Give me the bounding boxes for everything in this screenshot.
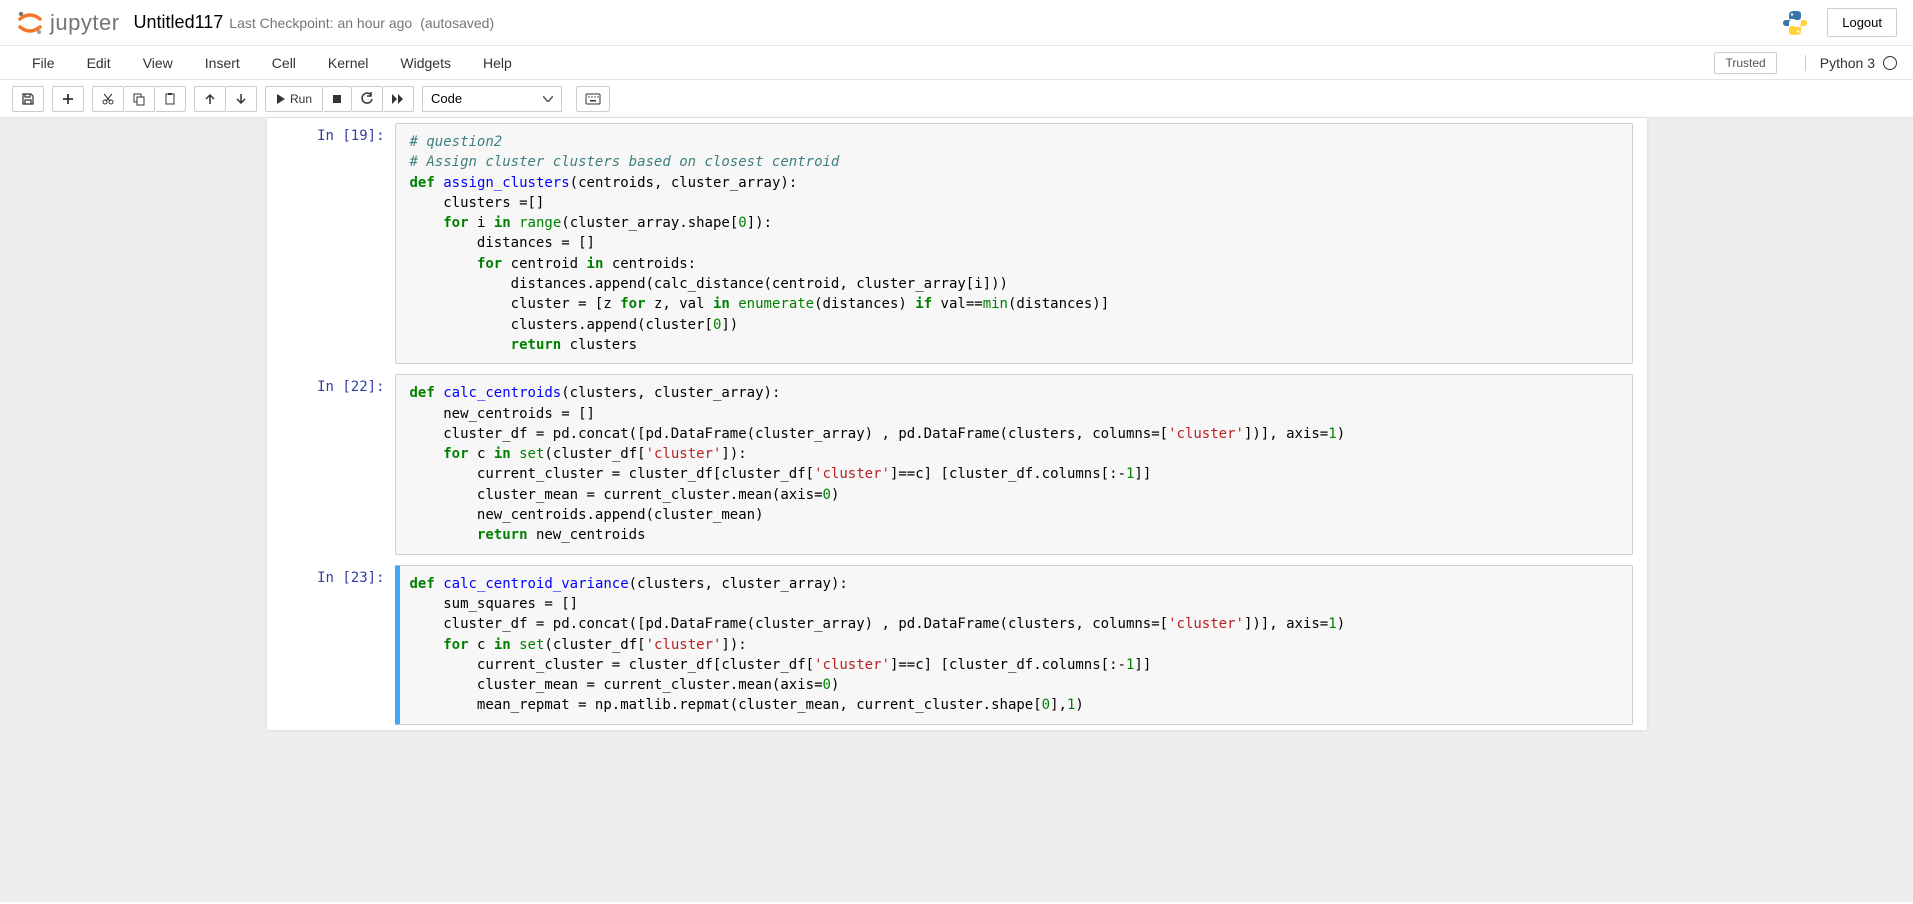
play-icon — [276, 94, 286, 104]
code-cell[interactable]: In [22]:def calc_centroids(clusters, clu… — [267, 369, 1647, 559]
cut-icon — [101, 92, 115, 106]
restart-button[interactable] — [352, 86, 383, 112]
paste-button[interactable] — [155, 86, 186, 112]
copy-button[interactable] — [124, 86, 155, 112]
menu-view[interactable]: View — [127, 47, 189, 79]
input-area[interactable]: def calc_centroid_variance(clusters, clu… — [395, 565, 1633, 725]
input-prompt: In [22]: — [267, 369, 395, 559]
menu-file[interactable]: File — [16, 47, 71, 79]
header: jupyter Untitled117 Last Checkpoint: an … — [0, 0, 1913, 46]
restart-icon — [360, 92, 374, 106]
python-icon — [1781, 9, 1809, 37]
menu-widgets[interactable]: Widgets — [384, 47, 467, 79]
run-button[interactable]: Run — [265, 86, 323, 112]
menu-insert[interactable]: Insert — [189, 47, 256, 79]
cut-button[interactable] — [92, 86, 124, 112]
fast-forward-icon — [391, 93, 405, 105]
code-content[interactable]: # question2 # Assign cluster clusters ba… — [410, 132, 1622, 355]
toolbar: Run Code — [0, 80, 1913, 118]
celltype-select[interactable]: Code — [422, 86, 562, 112]
kernel-indicator[interactable]: Python 3 — [1805, 55, 1897, 71]
code-cell[interactable]: In [23]:def calc_centroid_variance(clust… — [267, 560, 1647, 730]
input-area[interactable]: # question2 # Assign cluster clusters ba… — [395, 123, 1633, 364]
notebook-container: In [19]:# question2 # Assign cluster clu… — [0, 118, 1913, 902]
jupyter-icon — [16, 9, 44, 37]
autosave-status: (autosaved) — [420, 15, 494, 31]
restart-run-all-button[interactable] — [383, 86, 414, 112]
code-cell[interactable]: In [19]:# question2 # Assign cluster clu… — [267, 118, 1647, 369]
menu-help[interactable]: Help — [467, 47, 528, 79]
checkpoint-status: Last Checkpoint: an hour ago — [229, 15, 412, 31]
interrupt-button[interactable] — [323, 86, 352, 112]
menu-kernel[interactable]: Kernel — [312, 47, 384, 79]
paste-icon — [163, 92, 177, 106]
command-palette-button[interactable] — [576, 86, 610, 112]
input-area[interactable]: def calc_centroids(clusters, cluster_arr… — [395, 374, 1633, 554]
code-content[interactable]: def calc_centroid_variance(clusters, clu… — [410, 574, 1622, 716]
logout-button[interactable]: Logout — [1827, 8, 1897, 37]
copy-icon — [132, 92, 146, 106]
stop-icon — [331, 93, 343, 105]
jupyter-text: jupyter — [50, 10, 120, 36]
arrow-down-icon — [234, 92, 248, 106]
save-button[interactable] — [12, 86, 44, 112]
arrow-up-icon — [203, 92, 217, 106]
add-cell-button[interactable] — [52, 86, 84, 112]
jupyter-logo[interactable]: jupyter — [16, 9, 120, 37]
kernel-name: Python 3 — [1820, 55, 1875, 71]
menu-cell[interactable]: Cell — [256, 47, 312, 79]
run-label: Run — [290, 92, 312, 106]
kernel-status-icon — [1883, 56, 1897, 70]
move-up-button[interactable] — [194, 86, 226, 112]
menu-edit[interactable]: Edit — [71, 47, 127, 79]
input-prompt: In [23]: — [267, 560, 395, 730]
save-icon — [21, 92, 35, 106]
plus-icon — [61, 92, 75, 106]
trusted-indicator[interactable]: Trusted — [1714, 52, 1776, 74]
menubar: File Edit View Insert Cell Kernel Widget… — [0, 46, 1913, 80]
notebook-name[interactable]: Untitled117 — [134, 12, 224, 33]
keyboard-icon — [585, 93, 601, 105]
code-content[interactable]: def calc_centroids(clusters, cluster_arr… — [410, 383, 1622, 545]
input-prompt: In [19]: — [267, 118, 395, 369]
move-down-button[interactable] — [226, 86, 257, 112]
